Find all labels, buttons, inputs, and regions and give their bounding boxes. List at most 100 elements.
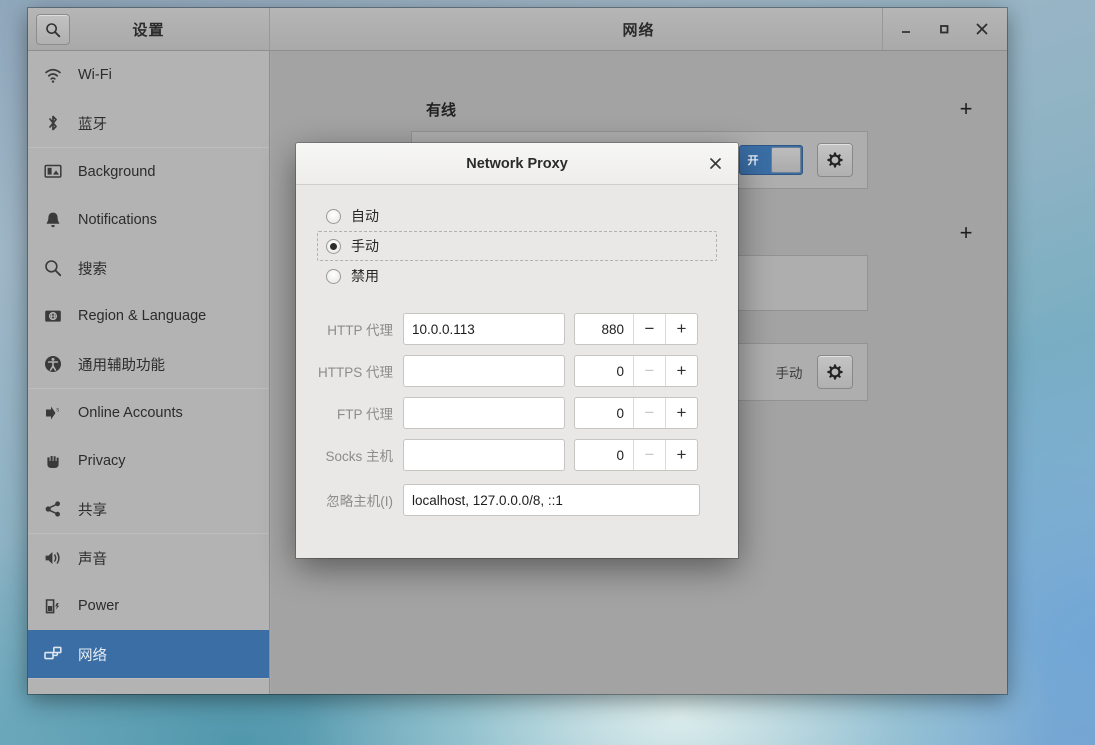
- socks-port-decrement-button: −: [633, 440, 665, 470]
- sidebar-item-label: 通用辅助功能: [78, 357, 165, 374]
- sidebar-item-accessibility[interactable]: 通用辅助功能: [28, 340, 269, 388]
- dialog-header: Network Proxy: [296, 143, 738, 185]
- sidebar-title: 设置: [132, 21, 165, 39]
- https-port-increment-button[interactable]: +: [665, 356, 697, 386]
- share-icon: [42, 498, 64, 520]
- ignore-hosts-row: 忽略主机(I) localhost, 127.0.0.0/8, ::1: [318, 484, 716, 516]
- http-proxy-port-stepper[interactable]: 880 − +: [574, 313, 698, 345]
- sidebar-item-label: 搜索: [78, 261, 107, 278]
- window-titlebar: 设置 网络: [28, 8, 1007, 51]
- http-port-decrement-button[interactable]: −: [633, 314, 665, 344]
- close-button[interactable]: [963, 8, 1001, 51]
- maximize-icon: [940, 25, 949, 34]
- close-icon: [709, 158, 721, 169]
- sidebar-item-sound[interactable]: 声音: [28, 534, 269, 582]
- sidebar-item-label: Power: [78, 598, 120, 614]
- radio-disabled[interactable]: [326, 268, 341, 284]
- https-proxy-label: HTTPS 代理: [318, 365, 394, 380]
- titlebar-sidebar-section: 设置: [28, 8, 270, 50]
- proxy-mode-disabled[interactable]: 禁用: [318, 261, 716, 291]
- sidebar-item-label: Privacy: [78, 453, 126, 469]
- socks-host-label: Socks 主机: [325, 449, 393, 464]
- close-icon: [976, 23, 988, 35]
- minimize-button[interactable]: [887, 8, 925, 51]
- network-icon: [42, 643, 64, 665]
- ftp-port-increment-button[interactable]: +: [665, 398, 697, 428]
- sidebar-item-label: Notifications: [78, 212, 157, 228]
- https-proxy-host-input[interactable]: [403, 355, 565, 387]
- search-icon: [42, 257, 64, 279]
- sidebar-item-bluetooth[interactable]: 蓝牙: [28, 99, 269, 147]
- wired-settings-button[interactable]: [816, 143, 853, 177]
- window-controls: [882, 8, 1007, 50]
- radio-manual[interactable]: [326, 238, 341, 254]
- region-language-icon: [42, 305, 64, 327]
- socks-port-stepper[interactable]: 0 − +: [574, 439, 698, 471]
- wired-section-header: 有线 +: [271, 87, 1007, 131]
- add-vpn-button[interactable]: +: [955, 222, 977, 244]
- sidebar-item-region-language[interactable]: Region & Language: [28, 292, 269, 340]
- https-proxy-port-stepper[interactable]: 0 − +: [574, 355, 698, 387]
- desktop-background: 设置 网络 Wi-Fi 蓝牙 Background Notifications …: [0, 0, 1095, 745]
- toggle-knob: [770, 147, 801, 173]
- socks-port-increment-button[interactable]: +: [665, 440, 697, 470]
- sidebar-item-search[interactable]: 搜索: [28, 244, 269, 292]
- proxy-fields: HTTP 代理 10.0.0.113 880 − + HTTPS 代理 0 − …: [318, 313, 716, 516]
- section-title-wired: 有线: [426, 101, 457, 119]
- dialog-body: 自动 手动 禁用 HTTP 代理 10.0.0.113 880 − + HTTP…: [296, 185, 738, 516]
- https-proxy-port-value[interactable]: 0: [575, 356, 633, 386]
- wired-toggle[interactable]: 开: [738, 145, 803, 175]
- background-icon: [42, 161, 64, 183]
- dialog-title: Network Proxy: [466, 155, 568, 172]
- radio-automatic[interactable]: [326, 208, 341, 224]
- titlebar-content-section: 网络: [270, 8, 1007, 50]
- socks-host-input[interactable]: [403, 439, 565, 471]
- bell-icon: [42, 209, 64, 231]
- add-wired-button[interactable]: +: [955, 98, 977, 120]
- socks-port-value[interactable]: 0: [575, 440, 633, 470]
- settings-sidebar[interactable]: Wi-Fi 蓝牙 Background Notifications 搜索 Reg…: [28, 51, 270, 694]
- sidebar-item-label: 共享: [78, 502, 107, 519]
- sidebar-item-wifi[interactable]: Wi-Fi: [28, 51, 269, 99]
- sidebar-item-sharing[interactable]: 共享: [28, 485, 269, 533]
- online-accounts-icon: s: [42, 402, 64, 424]
- gear-icon: [826, 364, 843, 380]
- http-proxy-host-input[interactable]: 10.0.0.113: [403, 313, 565, 345]
- sidebar-item-notifications[interactable]: Notifications: [28, 196, 269, 244]
- proxy-mode-label: 手动: [775, 366, 803, 381]
- hand-icon: [42, 450, 64, 472]
- wifi-icon: [42, 64, 64, 86]
- ignore-hosts-label: 忽略主机(I): [326, 494, 393, 509]
- sidebar-item-label: Online Accounts: [78, 405, 183, 421]
- radio-label: 自动: [351, 208, 379, 224]
- http-proxy-row: HTTP 代理 10.0.0.113 880 − +: [318, 313, 716, 345]
- proxy-mode-automatic[interactable]: 自动: [318, 201, 716, 231]
- radio-label: 手动: [351, 238, 379, 254]
- sidebar-item-privacy[interactable]: Privacy: [28, 437, 269, 485]
- http-port-increment-button[interactable]: +: [665, 314, 697, 344]
- ignore-hosts-input[interactable]: localhost, 127.0.0.0/8, ::1: [403, 484, 700, 516]
- sidebar-item-online-accounts[interactable]: s Online Accounts: [28, 389, 269, 437]
- radio-label: 禁用: [351, 268, 379, 284]
- sidebar-item-power[interactable]: Power: [28, 582, 269, 630]
- gear-icon: [826, 152, 843, 168]
- toggle-on-label: 开: [747, 155, 759, 167]
- dialog-close-button[interactable]: [702, 151, 728, 177]
- ftp-proxy-label: FTP 代理: [336, 407, 393, 422]
- sidebar-item-background[interactable]: Background: [28, 148, 269, 196]
- http-proxy-port-value[interactable]: 880: [575, 314, 633, 344]
- sidebar-item-network[interactable]: 网络: [28, 630, 269, 678]
- ftp-proxy-port-value[interactable]: 0: [575, 398, 633, 428]
- ftp-proxy-port-stepper[interactable]: 0 − +: [574, 397, 698, 429]
- sidebar-item-label: Wi-Fi: [78, 67, 112, 83]
- ftp-proxy-host-input[interactable]: [403, 397, 565, 429]
- sidebar-item-label: Region & Language: [78, 308, 207, 324]
- ftp-port-decrement-button: −: [633, 398, 665, 428]
- proxy-settings-button[interactable]: [816, 355, 853, 389]
- bluetooth-icon: [42, 112, 64, 134]
- svg-text:s: s: [56, 408, 59, 414]
- proxy-mode-manual[interactable]: 手动: [317, 231, 717, 261]
- socks-host-row: Socks 主机 0 − +: [318, 439, 716, 471]
- maximize-button[interactable]: [925, 8, 963, 51]
- sidebar-item-label: 声音: [78, 551, 107, 568]
